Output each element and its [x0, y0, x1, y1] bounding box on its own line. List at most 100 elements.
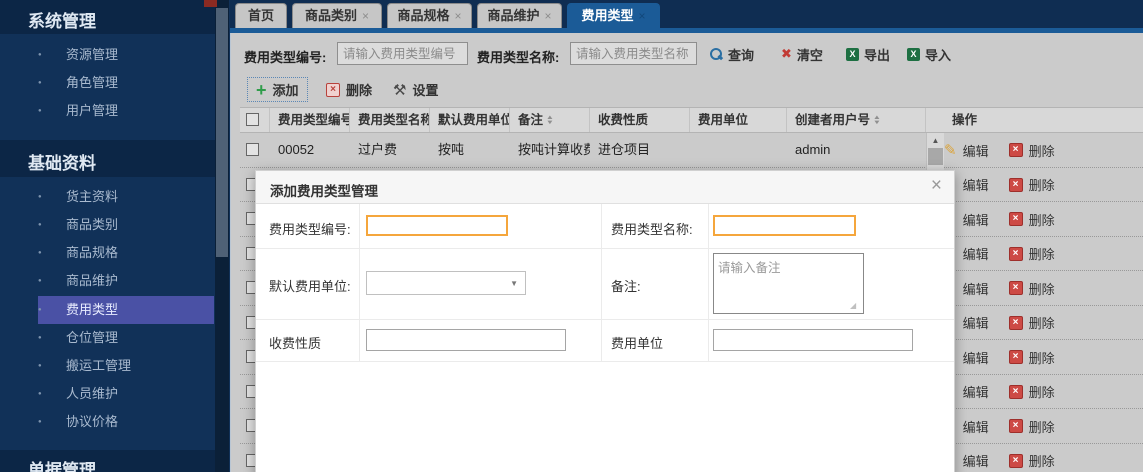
delete-button[interactable]: × 删除 — [318, 77, 380, 102]
bullet-icon: ● — [38, 41, 42, 69]
tab-home[interactable]: 首页 — [235, 3, 287, 28]
row-edit-button[interactable]: 编辑 — [963, 141, 989, 160]
dialog-nature-input[interactable] — [366, 329, 566, 351]
row-delete-icon: × — [1009, 143, 1023, 157]
cell-name: 过户费 — [350, 133, 430, 168]
search-code-input[interactable] — [337, 42, 468, 65]
row-delete-button[interactable]: 删除 — [1029, 313, 1055, 332]
row-edit-button[interactable]: 编辑 — [963, 382, 989, 401]
bullet-icon: ● — [38, 97, 42, 125]
row-edit-button[interactable]: 编辑 — [963, 210, 989, 229]
tab-goods-category[interactable]: 商品类别× — [292, 3, 382, 28]
sort-icon[interactable]: ▲▼ — [547, 116, 553, 126]
dialog-title: 添加费用类型管理 — [270, 180, 378, 200]
cell-default-unit: 按吨 — [430, 133, 510, 168]
tab-close-icon[interactable]: × — [362, 9, 369, 23]
row-delete-icon: × — [1009, 419, 1023, 433]
row-checkbox[interactable] — [246, 143, 259, 156]
column-header-fee-unit[interactable]: 费用单位 — [690, 108, 787, 132]
import-button[interactable]: X 导入 — [907, 44, 951, 64]
search-name-input[interactable] — [570, 42, 697, 65]
sidebar-item-goods-maintain[interactable]: ● 商品维护 — [0, 267, 215, 295]
sidebar-item-porter-manage[interactable]: ● 搬运工管理 — [0, 352, 215, 380]
bullet-icon: ● — [38, 352, 42, 380]
resize-handle-icon[interactable]: ◢ — [850, 301, 856, 310]
cell-fee-unit — [690, 133, 787, 168]
sidebar-item-agreement-price[interactable]: ● 协议价格 — [0, 408, 215, 436]
bullet-icon: ● — [38, 324, 42, 352]
column-header-nature[interactable]: 收费性质 — [590, 108, 690, 132]
tab-goods-spec[interactable]: 商品规格× — [387, 3, 472, 28]
cell-remark: 按吨计算收费 — [510, 133, 590, 168]
tab-goods-maintain[interactable]: 商品维护× — [477, 3, 562, 28]
plus-icon: + — [256, 81, 267, 99]
dialog-default-unit-select[interactable]: ▼ — [366, 271, 526, 295]
sidebar-item-goods-spec[interactable]: ● 商品规格 — [0, 239, 215, 267]
settings-button[interactable]: ⚒ 设置 — [385, 77, 446, 102]
form-grid-line — [708, 204, 709, 361]
clear-icon: ✖ — [781, 46, 792, 62]
clear-button[interactable]: ✖ 清空 — [781, 44, 823, 64]
row-delete-button[interactable]: 删除 — [1029, 210, 1055, 229]
row-edit-button[interactable]: 编辑 — [963, 451, 989, 470]
sidebar-item-fee-type[interactable]: ● 费用类型 — [38, 296, 214, 324]
row-delete-button[interactable]: 删除 — [1029, 244, 1055, 263]
tab-close-icon[interactable]: × — [545, 9, 552, 23]
settings-icon: ⚒ — [393, 81, 406, 99]
export-button[interactable]: X 导出 — [846, 44, 890, 64]
row-delete-icon: × — [1009, 385, 1023, 399]
row-edit-button[interactable]: 编辑 — [963, 244, 989, 263]
row-edit-button[interactable]: 编辑 — [963, 348, 989, 367]
add-button[interactable]: + 添加 — [247, 77, 308, 102]
column-header-creator[interactable]: 创建者用户号▲▼ — [787, 108, 926, 132]
column-header-remark[interactable]: 备注▲▼ — [510, 108, 590, 132]
sort-icon[interactable]: ▲▼ — [874, 116, 880, 126]
active-tab-strip — [230, 28, 1143, 33]
sidebar-section-title-basic: 基础资料 — [28, 149, 96, 174]
dialog-code-input[interactable] — [366, 215, 508, 236]
sidebar-item-warehouse-location[interactable]: ● 仓位管理 — [0, 324, 215, 352]
table-scrollbar-thumb[interactable] — [928, 148, 943, 165]
select-all-checkbox[interactable] — [246, 113, 259, 126]
column-header-name[interactable]: 费用类型名称 — [350, 108, 430, 132]
sidebar-item-resources[interactable]: ● 资源管理 — [0, 41, 215, 69]
sidebar-item-personnel-maintain[interactable]: ● 人员维护 — [0, 380, 215, 408]
search-code-label: 费用类型编号: — [244, 47, 326, 66]
add-fee-type-dialog: 添加费用类型管理 × 费用类型编号: 费用类型名称: 默认费用单位: ▼ 备注:… — [255, 170, 955, 472]
row-delete-button[interactable]: 删除 — [1029, 417, 1055, 436]
dialog-titlebar[interactable]: 添加费用类型管理 × — [256, 171, 954, 204]
query-button[interactable]: 查询 — [710, 44, 754, 64]
dialog-name-input[interactable] — [713, 215, 856, 236]
sidebar-scrollbar-thumb[interactable] — [216, 8, 228, 257]
tab-close-icon[interactable]: × — [455, 9, 462, 23]
row-delete-button[interactable]: 删除 — [1029, 348, 1055, 367]
dialog-nature-label: 收费性质 — [269, 333, 321, 352]
tab-fee-type[interactable]: 费用类型× — [567, 3, 660, 28]
row-delete-button[interactable]: 删除 — [1029, 141, 1055, 160]
row-edit-button[interactable]: 编辑 — [963, 175, 989, 194]
sidebar-item-roles[interactable]: ● 角色管理 — [0, 69, 215, 97]
row-delete-button[interactable]: 删除 — [1029, 382, 1055, 401]
search-icon — [710, 48, 723, 61]
column-header-actions: 操作 — [926, 108, 1143, 132]
scroll-up-icon[interactable]: ▲ — [927, 133, 944, 148]
column-header-code[interactable]: 费用类型编号 — [270, 108, 350, 132]
row-delete-button[interactable]: 删除 — [1029, 279, 1055, 298]
column-header-default-unit[interactable]: 默认费用单位 — [430, 108, 510, 132]
row-edit-button[interactable]: 编辑 — [963, 279, 989, 298]
row-edit-button[interactable]: 编辑 — [963, 417, 989, 436]
row-edit-button[interactable]: 编辑 — [963, 313, 989, 332]
row-actions: ✎ 编辑 × 删除 — [944, 409, 1055, 444]
row-actions: ✎ 编辑 × 删除 — [944, 271, 1055, 306]
sidebar-item-owner-data[interactable]: ● 货主资料 — [0, 183, 215, 211]
chevron-down-icon: ▼ — [510, 279, 518, 288]
sidebar-item-users[interactable]: ● 用户管理 — [0, 97, 215, 125]
row-delete-button[interactable]: 删除 — [1029, 451, 1055, 470]
tab-close-icon[interactable]: × — [639, 9, 646, 23]
row-delete-icon: × — [1009, 247, 1023, 261]
dialog-fee-unit-input[interactable] — [713, 329, 913, 351]
close-icon[interactable]: × — [931, 176, 942, 196]
row-delete-button[interactable]: 删除 — [1029, 175, 1055, 194]
dialog-remark-textarea[interactable] — [713, 253, 864, 314]
sidebar-item-goods-category[interactable]: ● 商品类别 — [0, 211, 215, 239]
